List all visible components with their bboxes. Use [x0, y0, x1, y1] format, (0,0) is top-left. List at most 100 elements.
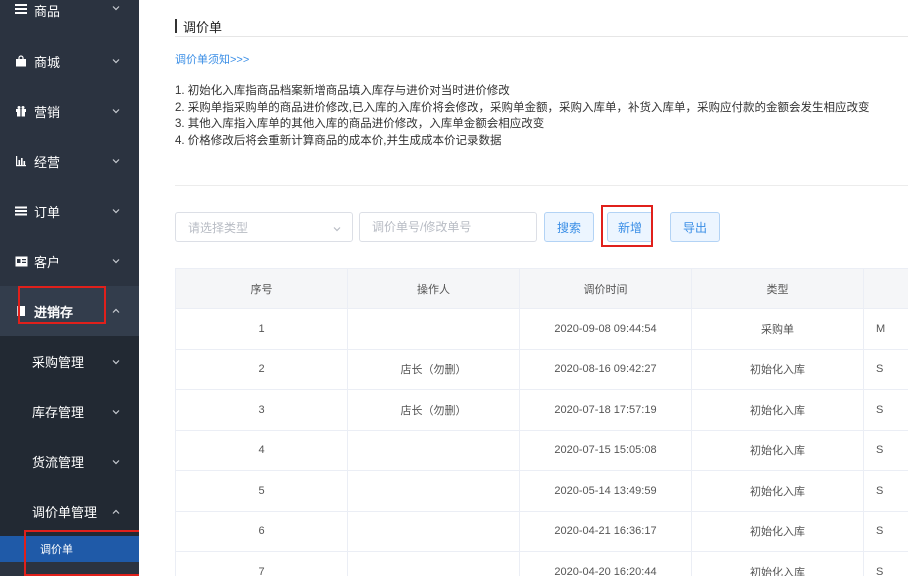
- gift-icon: [14, 104, 28, 118]
- cell-operator: 店长（勿删）: [347, 348, 520, 390]
- shop-bag-icon: [14, 54, 28, 68]
- table-row[interactable]: 6 2020-04-21 16:36:17 初始化入库 S: [175, 510, 908, 552]
- table-row[interactable]: 3 店长（勿删） 2020-07-18 17:57:19 初始化入库 S: [175, 389, 908, 431]
- sidebar-item-label: 调价单管理: [32, 504, 98, 520]
- main-content: 调价单 调价单须知>>> 1. 初始化入库指商品档案新增商品填入库存与进价对当时…: [139, 0, 908, 576]
- cell-operator: [347, 429, 520, 471]
- price-adjust-table: 序号 操作人 调价时间 类型 1 2020-09-08 09:44:54 采购单…: [175, 268, 908, 576]
- sidebar-item-inventory[interactable]: 进销存: [0, 286, 139, 336]
- title-accent-bar: [175, 19, 177, 33]
- chevron-down-icon: [111, 3, 121, 13]
- column-header: 类型: [691, 268, 864, 309]
- cell-extra: M: [863, 308, 908, 350]
- chevron-down-icon: [111, 156, 121, 166]
- page-header: 调价单: [175, 18, 223, 35]
- cell-type: 初始化入库: [691, 389, 864, 431]
- cell-time: 2020-04-20 16:20:44: [519, 551, 692, 576]
- cell-type: 初始化入库: [691, 429, 864, 471]
- sidebar: 商品 商城 营销 经营 订单 客户 进销存 采购管理 库存管理 货流管理 调价单…: [0, 0, 139, 576]
- id-card-icon: [14, 254, 28, 268]
- search-button[interactable]: 搜索: [544, 212, 594, 242]
- chevron-down-icon: [111, 356, 121, 366]
- column-header: 序号: [175, 268, 348, 309]
- divider: [175, 185, 908, 186]
- table-row[interactable]: 2 店长（勿删） 2020-08-16 09:42:27 初始化入库 S: [175, 348, 908, 390]
- cell-extra: S: [863, 429, 908, 471]
- sidebar-item-orders[interactable]: 订单: [0, 186, 139, 236]
- chevron-up-icon: [111, 506, 121, 516]
- cell-type: 初始化入库: [691, 470, 864, 512]
- cell-time: 2020-09-08 09:44:54: [519, 308, 692, 350]
- rule-item: 1. 初始化入库指商品档案新增商品填入库存与进价对当时进价修改: [175, 85, 510, 97]
- sidebar-subitem-logistics[interactable]: 货流管理: [0, 436, 139, 486]
- sidebar-item-label: 采购管理: [32, 354, 85, 370]
- cell-time: 2020-04-21 16:36:17: [519, 510, 692, 552]
- sidebar-subitem-purchase[interactable]: 采购管理: [0, 336, 139, 386]
- sidebar-leaf-price-adjust-order[interactable]: 调价单: [0, 536, 139, 562]
- cell-no: 3: [175, 389, 348, 431]
- cell-no: 7: [175, 551, 348, 576]
- cell-type: 采购单: [691, 308, 864, 350]
- column-header: [863, 268, 908, 309]
- sidebar-subitem-stock[interactable]: 库存管理: [0, 386, 139, 436]
- sidebar-item-label: 进销存: [34, 304, 74, 320]
- cell-operator: [347, 551, 520, 576]
- table-header-row: 序号 操作人 调价时间 类型: [175, 268, 908, 309]
- cell-no: 4: [175, 429, 348, 471]
- rule-item: 3. 其他入库指入库单的其他入库的商品进价修改，入库单金额会相应改变: [175, 118, 545, 130]
- sidebar-item-label: 库存管理: [32, 404, 85, 420]
- cell-time: 2020-07-18 17:57:19: [519, 389, 692, 431]
- sidebar-item-label: 调价单: [40, 544, 73, 556]
- cell-extra: S: [863, 510, 908, 552]
- table-row[interactable]: 1 2020-09-08 09:44:54 采购单 M: [175, 308, 908, 350]
- chevron-down-icon: [111, 56, 121, 66]
- bar-chart-icon: [14, 154, 28, 168]
- rules-list: 1. 初始化入库指商品档案新增商品填入库存与进价对当时进价修改 2. 采购单指采…: [175, 83, 869, 149]
- chevron-down-icon: [111, 106, 121, 116]
- cell-no: 6: [175, 510, 348, 552]
- cell-operator: [347, 308, 520, 350]
- chevron-down-icon: [111, 256, 121, 266]
- cell-type: 初始化入库: [691, 551, 864, 576]
- export-button[interactable]: 导出: [670, 212, 720, 242]
- table-row[interactable]: 5 2020-05-14 13:49:59 初始化入库 S: [175, 470, 908, 512]
- rule-item: 4. 价格修改后将会重新计算商品的成本价,并生成成本价记录数据: [175, 134, 502, 147]
- chevron-down-icon: [111, 456, 121, 466]
- sidebar-item-label: 商品: [34, 4, 61, 19]
- cell-extra: S: [863, 551, 908, 576]
- divider: [175, 36, 908, 37]
- chevron-up-icon: [111, 306, 121, 316]
- cell-type: 初始化入库: [691, 510, 864, 552]
- cell-extra: S: [863, 470, 908, 512]
- cell-time: 2020-05-14 13:49:59: [519, 470, 692, 512]
- rule-item: 2. 采购单指采购单的商品进价修改,已入库的入库价将会修改，采购单金额，采购入库…: [175, 101, 870, 114]
- cell-type: 初始化入库: [691, 348, 864, 390]
- sidebar-subitem-price-adjust[interactable]: 调价单管理: [0, 486, 139, 536]
- chevron-down-icon: [332, 223, 342, 233]
- notice-link[interactable]: 调价单须知>>>: [175, 51, 249, 67]
- column-header: 调价时间: [519, 268, 692, 309]
- cell-operator: [347, 510, 520, 552]
- sidebar-item-label: 营销: [34, 104, 61, 120]
- cell-time: 2020-07-15 15:05:08: [519, 429, 692, 471]
- sidebar-item-label: 经营: [34, 154, 61, 170]
- table-row[interactable]: 7 2020-04-20 16:20:44 初始化入库 S: [175, 551, 908, 576]
- sidebar-item-mall[interactable]: 商城: [0, 36, 139, 86]
- table-row[interactable]: 4 2020-07-15 15:05:08 初始化入库 S: [175, 429, 908, 471]
- chevron-down-icon: [111, 206, 121, 216]
- sidebar-item-customers[interactable]: 客户: [0, 236, 139, 286]
- type-select-placeholder: 请选择类型: [188, 220, 249, 235]
- page-title: 调价单: [183, 19, 223, 35]
- sidebar-item-operations[interactable]: 经营: [0, 136, 139, 186]
- cell-operator: 店长（勿删）: [347, 389, 520, 431]
- search-input[interactable]: [359, 212, 537, 242]
- sidebar-item-label: 客户: [34, 254, 61, 270]
- add-button[interactable]: 新增: [607, 212, 653, 242]
- type-select[interactable]: 请选择类型: [175, 212, 353, 242]
- column-header: 操作人: [347, 268, 520, 309]
- sidebar-item-goods[interactable]: 商品: [0, 0, 139, 19]
- cell-extra: S: [863, 348, 908, 390]
- cell-no: 2: [175, 348, 348, 390]
- sidebar-item-marketing[interactable]: 营销: [0, 86, 139, 136]
- sidebar-item-label: 订单: [34, 204, 61, 220]
